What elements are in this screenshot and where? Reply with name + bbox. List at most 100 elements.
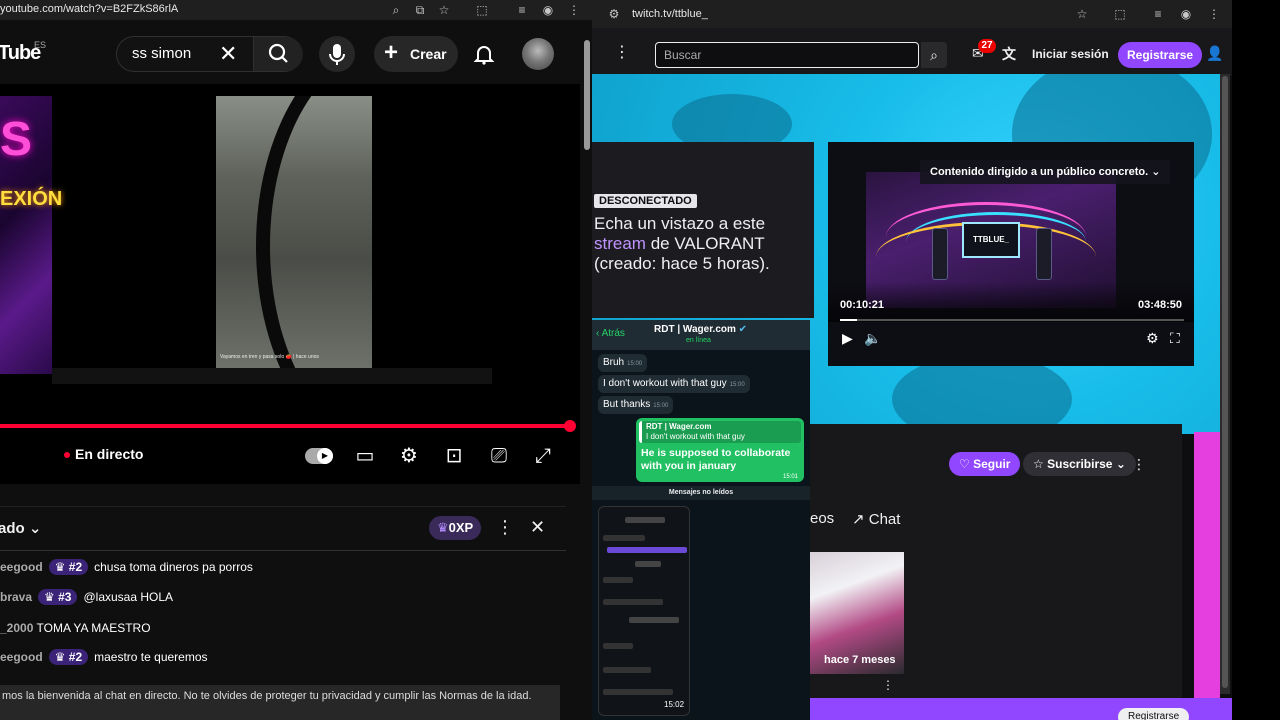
offline-card: DESCONECTADO Echa un vistazo a este stre… [592, 142, 814, 318]
fullscreen-icon[interactable]: ⛶ [1170, 330, 1180, 347]
tw-video-player[interactable]: TTBLUE_ Contenido dirigido a un público … [828, 142, 1194, 366]
neon-sign-thumbnail: S EXIÓN [0, 96, 62, 374]
signup-button[interactable]: Registrarse [1118, 42, 1203, 68]
back-button[interactable]: ‹ Atrás [596, 328, 625, 339]
yt-live-chat: ado ⌄ ♛0XP ⋮ ✕ eegood ♛ #2 chusa toma dine… [0, 506, 566, 720]
chevron-down-icon: ⌄ [28, 520, 42, 537]
fullscreen-icon[interactable]: ⤢ [530, 444, 556, 468]
scrollbar-thumb[interactable] [1222, 76, 1228, 688]
tw-search-input[interactable]: Buscar [655, 42, 919, 68]
theater-mode-icon[interactable]: ⊡ [441, 444, 467, 468]
tw-page-scrollbar[interactable] [1220, 74, 1230, 694]
tab-videos[interactable]: eos [810, 510, 834, 527]
yt-masthead: Tube ES ss simon ✕ + Crear [0, 20, 592, 84]
browser-menu-icon[interactable]: ⋮ [566, 2, 582, 18]
play-icon[interactable]: ▶ [842, 330, 853, 347]
youtube-window: youtube.com/watch?v=B2FZkS86rlA ⌕ ⧉ ☆ ⬚ … [0, 0, 592, 720]
scrubber-handle[interactable] [564, 420, 576, 432]
subtitles-icon[interactable]: ▭ [352, 444, 378, 468]
tw-top-nav: ⋮ Buscar ⌕ ✉ 27 文 Iniciar sesión Registr… [592, 28, 1232, 76]
heart-icon: ♡ [959, 457, 970, 471]
clear-search-icon[interactable]: ✕ [219, 41, 237, 67]
screen-share-icon[interactable]: ⧉ [412, 2, 428, 18]
neon-letter: S [0, 113, 33, 166]
extensions-icon[interactable]: ⬚ [1112, 6, 1128, 22]
total-time: 03:48:50 [1138, 299, 1183, 311]
user-icon[interactable]: 👤 [1206, 45, 1223, 62]
tw-progress-bar[interactable] [840, 319, 1184, 321]
rank-badge: ♛ #3 [38, 589, 78, 605]
media-control-icon[interactable]: ≡ [1150, 6, 1166, 22]
site-info-icon[interactable]: ⚙ [606, 6, 622, 22]
chat-more-icon[interactable]: ⋮ [496, 517, 514, 538]
notifications-bell-icon[interactable] [472, 42, 496, 66]
voice-search-button[interactable] [319, 36, 355, 72]
close-chat-icon[interactable]: ✕ [530, 517, 545, 538]
quoted-message: RDT | Wager.com I don't workout with that… [639, 421, 801, 443]
profile-icon[interactable]: ◉ [1178, 6, 1194, 22]
external-arrow-icon: ↗ [852, 511, 865, 528]
cast-icon[interactable]: ⎚ [486, 444, 512, 468]
chevron-down-icon: ⌄ [1115, 457, 1126, 471]
more-options-icon[interactable]: ⋮ [1132, 456, 1146, 473]
chat-user: _2000 [0, 621, 34, 635]
account-avatar[interactable] [522, 38, 554, 70]
autoplay-toggle[interactable]: ▶ [305, 448, 333, 464]
tw-search-button[interactable]: ⌕ [921, 42, 947, 68]
audience-notice-dropdown[interactable]: Contenido dirigido a un público concreto… [920, 160, 1171, 184]
chat-text: chusa toma dineros pa porros [94, 560, 253, 574]
bookmark-star-icon[interactable]: ☆ [1074, 6, 1090, 22]
video-thumbnail[interactable]: hace 7 meses [810, 552, 904, 674]
language-icon[interactable]: 文 [1002, 44, 1016, 64]
contact-status: en línea [686, 337, 711, 344]
vertical-video-frame: Vayamos en tren y pasa solo 🍅 | hace uno… [216, 96, 372, 368]
volume-icon[interactable]: 🔈 [864, 330, 881, 347]
login-button[interactable]: Iniciar sesión [1032, 47, 1109, 61]
yt-url[interactable]: youtube.com/watch?v=B2FZkS86rlA [0, 3, 178, 15]
live-indicator[interactable]: En directo [64, 446, 143, 462]
settings-gear-icon[interactable]: ⚙ [396, 444, 422, 468]
follow-button[interactable]: ♡ Seguir [949, 452, 1021, 476]
banner-shape [892, 354, 1072, 434]
yt-video-player[interactable]: S EXIÓN Vayamos en tren y pasa solo 🍅 | … [0, 84, 580, 484]
browser-menu-icon[interactable]: ⋮ [1206, 6, 1222, 22]
chat-message: eegood ♛ #2 maestro te queremos [0, 649, 208, 671]
more-menu-icon[interactable]: ⋮ [614, 42, 630, 62]
search-icon [268, 43, 288, 63]
settings-gear-icon[interactable]: ⚙ [1146, 330, 1159, 347]
chat-message: eegood ♛ #2 chusa toma dineros pa porros [0, 559, 253, 581]
footer-signup-button[interactable]: Registrarse [1118, 708, 1190, 720]
wa-reply-message: RDT | Wager.com I don't workout with that… [636, 418, 804, 482]
tw-url[interactable]: twitch.tv/ttblue_ [632, 8, 708, 20]
search-button[interactable] [253, 37, 303, 71]
extensions-icon[interactable]: ⬚ [474, 2, 490, 18]
chat-user: brava [0, 590, 33, 604]
search-input[interactable]: ss simon [132, 45, 191, 62]
video-letterbox [52, 368, 492, 384]
plus-icon: + [384, 39, 399, 66]
yt-search-box[interactable]: ss simon ✕ [116, 36, 303, 72]
wa-message: I don't workout with that guy 15:00 [598, 375, 750, 393]
rank-badge: ♛ #2 [48, 649, 89, 665]
banner-accent [1194, 432, 1220, 700]
yt-page-scrollbar[interactable] [584, 40, 590, 150]
wa-footer-time: 15:02 [664, 700, 685, 709]
thumbnail-more-icon[interactable]: ⋮ [882, 678, 894, 692]
forwarded-screenshot [598, 506, 690, 716]
media-control-icon[interactable]: ≡ [514, 2, 530, 18]
zoom-icon[interactable]: ⌕ [388, 2, 404, 18]
chat-mode-dropdown[interactable]: ado ⌄ [0, 519, 41, 537]
subscribe-button[interactable]: ☆ Suscribirse ⌄ [1023, 452, 1136, 476]
tab-chat[interactable]: ↗ Chat [852, 510, 900, 528]
stream-link[interactable]: stream [594, 234, 646, 253]
create-button[interactable]: + Crear [374, 36, 458, 72]
chat-welcome-banner: mos la bienvenida al chat en directo. No… [0, 685, 560, 720]
xp-badge[interactable]: ♛0XP [429, 516, 482, 540]
tw-address-bar[interactable]: ⚙ twitch.tv/ttblue_ ☆ ⬚ ≡ ◉ ⋮ [592, 0, 1232, 28]
yt-address-bar[interactable]: youtube.com/watch?v=B2FZkS86rlA ⌕ ⧉ ☆ ⬚ … [0, 0, 592, 20]
profile-icon[interactable]: ◉ [540, 2, 556, 18]
bookmark-star-icon[interactable]: ☆ [436, 2, 452, 18]
reply-text: He is supposed to collaborate with you i… [641, 447, 791, 472]
wa-message: But thanks 15:00 [598, 396, 674, 414]
video-progress-bar[interactable] [0, 420, 576, 432]
